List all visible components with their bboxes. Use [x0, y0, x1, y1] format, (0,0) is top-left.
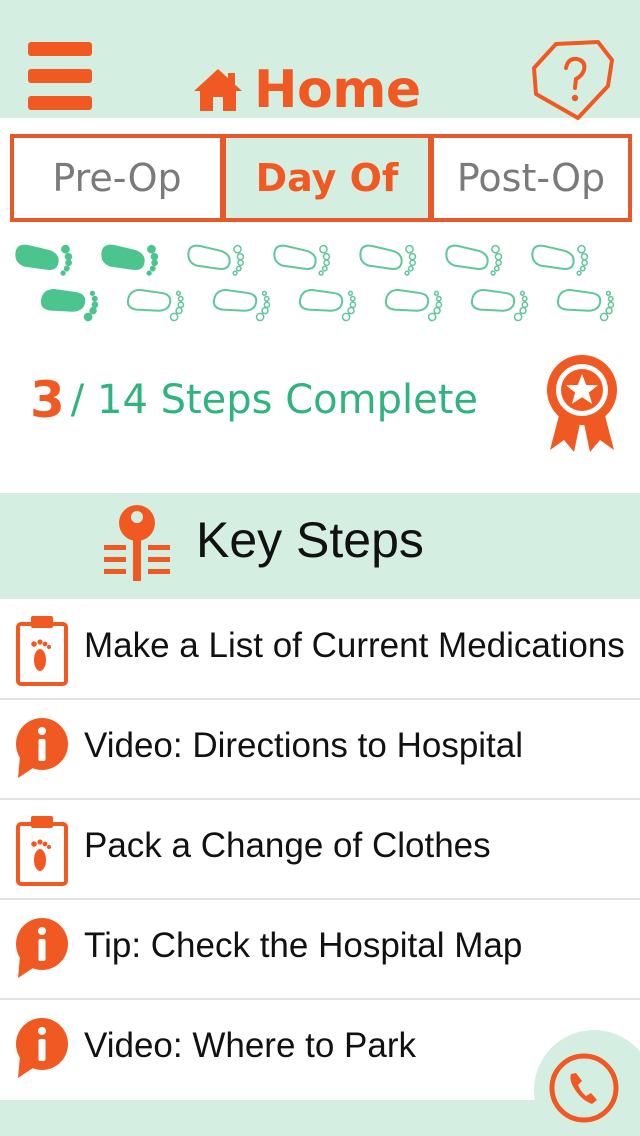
- footprint-incomplete-icon: [212, 288, 271, 322]
- footprint-incomplete-icon: [470, 288, 529, 322]
- list-item[interactable]: Video: Directions to Hospital: [0, 700, 640, 800]
- clipboard-footprint-icon: [16, 616, 68, 686]
- house-icon: [194, 69, 242, 111]
- phone-icon: [549, 1053, 619, 1123]
- page-title: Home: [192, 58, 421, 122]
- footprint-incomplete-icon: [445, 244, 503, 276]
- tab-post-op-label: Post-Op: [456, 156, 606, 200]
- footprint-complete-icon: [101, 244, 159, 276]
- info-bubble-icon: [16, 1018, 68, 1078]
- key-icon: [104, 505, 170, 581]
- help-button[interactable]: [528, 38, 618, 122]
- page-title-label: Home: [254, 60, 421, 120]
- key-steps-list: Make a List of Current Medications Video…: [0, 600, 640, 1100]
- list-item-label: Make a List of Current Medications: [84, 626, 625, 665]
- tab-pre-op[interactable]: Pre-Op: [10, 134, 224, 222]
- list-item-label: Pack a Change of Clothes: [84, 826, 491, 865]
- footprint-incomplete-icon: [556, 288, 615, 322]
- key-steps-title: Key Steps: [196, 512, 424, 568]
- footprint-incomplete-icon: [298, 288, 357, 322]
- info-bubble-icon: [16, 718, 68, 778]
- tab-post-op[interactable]: Post-Op: [430, 134, 632, 222]
- call-button[interactable]: [534, 1030, 640, 1136]
- footprint-progress: [15, 244, 615, 322]
- footprint-incomplete-icon: [126, 288, 185, 322]
- steps-complete-total: / 14 Steps Complete: [70, 377, 479, 423]
- shield-question-icon: [532, 40, 614, 120]
- key-steps-header: Key Steps: [0, 493, 640, 599]
- tab-day-of-label: Day Of: [255, 156, 399, 200]
- footprint-incomplete-icon: [273, 244, 331, 276]
- menu-button[interactable]: [28, 42, 92, 110]
- hamburger-menu-icon: [28, 42, 92, 56]
- phase-tabs: Pre-Op Day Of Post-Op: [10, 134, 632, 222]
- hamburger-menu-icon-bar-3: [28, 96, 92, 110]
- footprint-incomplete-icon: [531, 244, 589, 276]
- list-item[interactable]: Pack a Change of Clothes: [0, 800, 640, 900]
- app-root: Home Pre-Op Day Of Post-Op 3 / 14 Steps …: [0, 0, 640, 1136]
- footprint-complete-icon: [40, 288, 99, 322]
- list-item-label: Tip: Check the Hospital Map: [84, 926, 523, 965]
- list-item[interactable]: Make a List of Current Medications: [0, 600, 640, 700]
- list-item-label: Video: Directions to Hospital: [84, 726, 524, 765]
- steps-complete: 3 / 14 Steps Complete: [30, 360, 478, 440]
- steps-complete-count: 3: [30, 371, 65, 429]
- footprint-incomplete-icon: [384, 288, 443, 322]
- footprint-incomplete-icon: [359, 244, 417, 276]
- footprint-incomplete-icon: [187, 244, 245, 276]
- header-bar: Home: [0, 0, 640, 120]
- award-ribbon-icon: [547, 355, 617, 452]
- tab-day-of[interactable]: Day Of: [222, 134, 432, 222]
- hamburger-menu-icon-bar-2: [28, 69, 92, 83]
- info-bubble-icon: [16, 918, 68, 978]
- tab-pre-op-label: Pre-Op: [52, 156, 182, 200]
- list-item[interactable]: Tip: Check the Hospital Map: [0, 900, 640, 1000]
- clipboard-footprint-icon: [16, 816, 68, 886]
- footprint-complete-icon: [15, 244, 73, 276]
